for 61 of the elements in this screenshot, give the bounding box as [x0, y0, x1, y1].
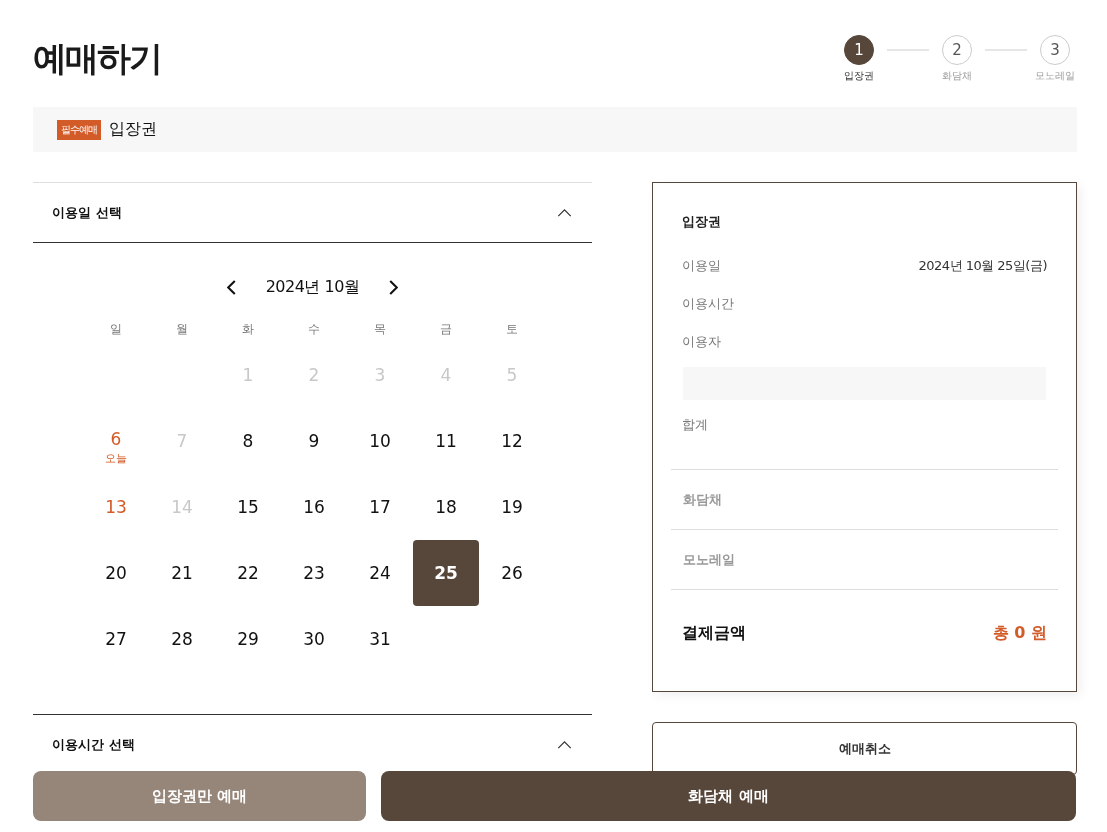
calendar-day[interactable]: 23 — [281, 540, 347, 606]
calendar-day[interactable]: 26 — [479, 540, 545, 606]
previous-month-icon[interactable] — [226, 279, 236, 295]
month-label: 2024년 10월 — [265, 276, 360, 298]
payment-amount: 총 0 원 — [992, 622, 1047, 644]
collapse-icon[interactable] — [557, 740, 572, 749]
calendar-day[interactable]: 18 — [413, 474, 479, 540]
accordion-header[interactable]: 이용일 선택 — [33, 182, 592, 243]
calendar-day[interactable]: 20 — [83, 540, 149, 606]
calendar-day[interactable]: 9 — [281, 408, 347, 474]
calendar-day[interactable]: 29 — [215, 606, 281, 672]
required-badge: 필수예매 — [57, 119, 101, 140]
weekday-label: 금 — [439, 320, 453, 338]
weekday-label: 수 — [307, 320, 321, 338]
weekday-label: 토 — [505, 320, 519, 338]
booking-button[interactable]: 입장권만 예매 — [33, 771, 366, 821]
weekday-label: 일 — [109, 320, 123, 338]
step-label: 입장권 — [844, 69, 874, 83]
calendar-day[interactable]: 11 — [413, 408, 479, 474]
calendar-day[interactable]: 17 — [347, 474, 413, 540]
calendar-day[interactable]: 19 — [479, 474, 545, 540]
calendar-day[interactable]: 31 — [347, 606, 413, 672]
calendar-day[interactable]: 28 — [149, 606, 215, 672]
summary-label: 이용시간 — [682, 295, 734, 313]
section-title: 입장권 — [109, 119, 157, 140]
calendar-day[interactable]: 10 — [347, 408, 413, 474]
calendar-day[interactable]: 8 — [215, 408, 281, 474]
calendar-day[interactable]: 25 — [413, 540, 479, 606]
calendar-day[interactable]: 13 — [83, 474, 149, 540]
calendar-day[interactable]: 21 — [149, 540, 215, 606]
step-label: 모노레일 — [1035, 69, 1075, 83]
summary-title: 입장권 — [681, 213, 722, 231]
calendar-day[interactable]: 22 — [215, 540, 281, 606]
calendar-day[interactable]: 27 — [83, 606, 149, 672]
next-month-icon[interactable] — [389, 279, 399, 295]
step-number[interactable]: 2 — [942, 35, 972, 65]
weekday-label: 화 — [241, 320, 255, 338]
booking-button[interactable]: 화담채 예매 — [381, 771, 1076, 821]
calendar-day[interactable]: 30 — [281, 606, 347, 672]
calendar-day[interactable]: 15 — [215, 474, 281, 540]
step-number[interactable]: 1 — [844, 35, 874, 65]
today-label: 오늘 — [105, 450, 127, 466]
total-label: 합계 — [681, 416, 709, 434]
weekday-label: 월 — [175, 320, 189, 338]
calendar-day[interactable]: 12 — [479, 408, 545, 474]
payment-label: 결제금액 — [682, 622, 746, 644]
summary-value: 2024년 10월 25일(금) — [918, 257, 1047, 275]
cancel-button[interactable]: 예매취소 — [652, 722, 1077, 775]
collapse-icon[interactable] — [557, 208, 572, 217]
day-number: 6 — [110, 428, 122, 449]
step-label: 화담채 — [942, 69, 972, 83]
summary-section-label: 화담채 — [682, 490, 723, 509]
calendar-day[interactable]: 24 — [347, 540, 413, 606]
summary-label: 이용자 — [682, 333, 721, 351]
calendar-day[interactable]: 16 — [281, 474, 347, 540]
weekday-label: 목 — [373, 320, 387, 338]
step-number[interactable]: 3 — [1040, 35, 1070, 65]
summary-label: 이용일 — [682, 257, 721, 275]
summary-section-label: 모노레일 — [682, 550, 736, 569]
page-title: 예매하기 — [33, 37, 161, 80]
calendar-day[interactable]: 6 오늘 — [83, 408, 149, 474]
